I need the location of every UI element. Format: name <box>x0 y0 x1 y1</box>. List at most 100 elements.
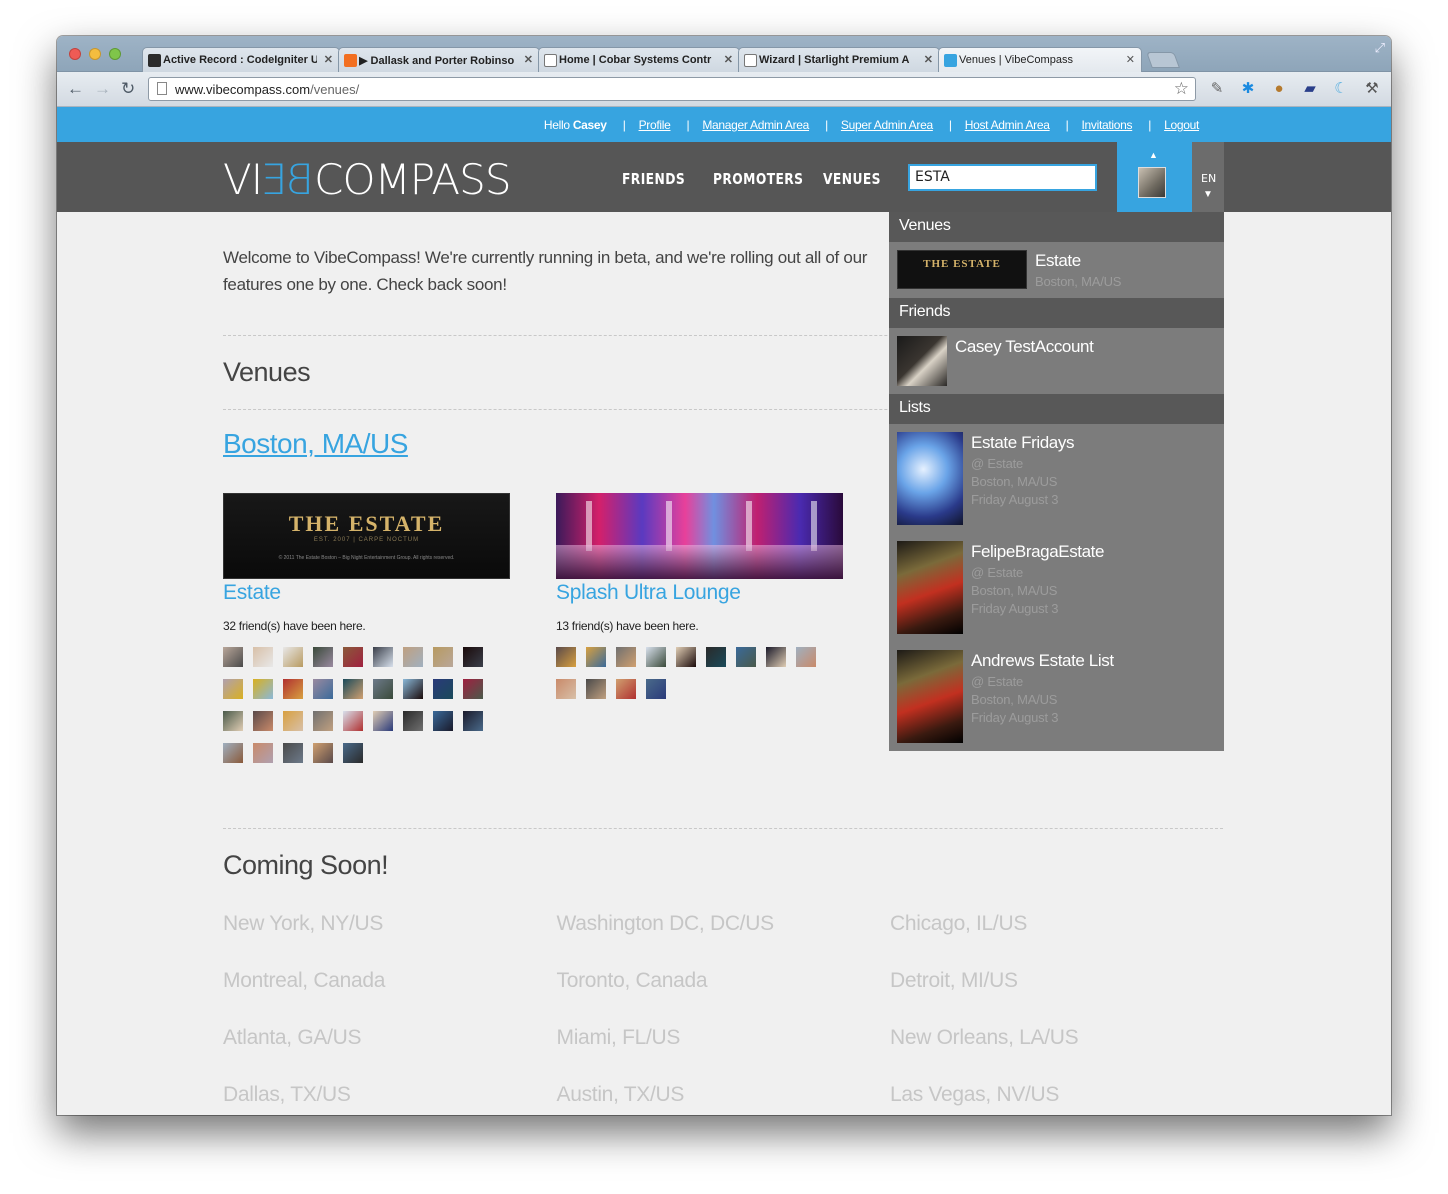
friend-avatar[interactable] <box>343 711 363 731</box>
friend-avatar[interactable] <box>373 679 393 699</box>
address-bar[interactable]: www.vibecompass.com/venues/ ☆ <box>148 77 1196 101</box>
friend-avatar[interactable] <box>766 647 786 667</box>
venue-name-link[interactable]: Estate <box>223 581 510 605</box>
friend-avatar[interactable] <box>433 711 453 731</box>
friend-result-avatar[interactable] <box>897 336 947 386</box>
friend-avatar[interactable] <box>313 711 333 731</box>
friend-avatar[interactable] <box>403 679 423 699</box>
friend-avatar[interactable] <box>433 679 453 699</box>
venue-name-link[interactable]: Splash Ultra Lounge <box>556 581 843 605</box>
zoom-window-button[interactable] <box>109 48 121 60</box>
friend-avatar[interactable] <box>646 679 666 699</box>
friend-avatar[interactable] <box>403 711 423 731</box>
browser-tab-active[interactable]: Venues | VibeCompass ✕ <box>938 47 1142 72</box>
friend-avatar[interactable] <box>736 647 756 667</box>
wrench-icon[interactable]: ⚒ <box>1363 80 1381 98</box>
browser-tab[interactable]: Active Record : CodeIgniter U ✕ <box>142 47 340 72</box>
list-result-thumbnail[interactable] <box>897 432 963 525</box>
nav-promoters[interactable]: PROMOTERS <box>713 170 803 188</box>
city-link-boston[interactable]: Boston, MA/US <box>223 428 408 460</box>
friend-avatar[interactable] <box>253 679 273 699</box>
friend-avatar[interactable] <box>373 711 393 731</box>
list-result-thumbnail[interactable] <box>897 541 963 634</box>
friend-avatar[interactable] <box>403 647 423 667</box>
list-result-thumbnail[interactable] <box>897 650 963 743</box>
friend-avatar[interactable] <box>586 647 606 667</box>
flag-extension-icon[interactable]: ▰ <box>1301 80 1319 98</box>
avatar[interactable] <box>1138 167 1166 198</box>
friend-avatar[interactable] <box>313 679 333 699</box>
list-result-name[interactable]: Estate Fridays <box>971 433 1074 453</box>
friend-avatar[interactable] <box>556 679 576 699</box>
venue-result-thumbnail[interactable]: THE ESTATE <box>897 250 1027 289</box>
friend-avatar[interactable] <box>706 647 726 667</box>
profile-link[interactable]: Profile <box>639 118 671 132</box>
close-tab-icon[interactable]: ✕ <box>724 53 733 66</box>
friend-avatar[interactable] <box>556 647 576 667</box>
friend-avatar[interactable] <box>223 743 243 763</box>
friend-avatar[interactable] <box>646 647 666 667</box>
friend-avatar[interactable] <box>223 679 243 699</box>
search-input[interactable]: ESTA <box>908 164 1097 191</box>
wave-extension-icon[interactable]: ☾ <box>1332 80 1350 98</box>
new-tab-button[interactable] <box>1146 52 1180 68</box>
friend-avatar[interactable] <box>253 743 273 763</box>
language-selector[interactable]: EN ▼ <box>1192 142 1224 212</box>
forward-arrow-icon[interactable]: → <box>94 80 111 97</box>
bookmark-star-icon[interactable]: ☆ <box>1174 79 1189 99</box>
nav-friends[interactable]: FRIENDS <box>622 170 685 188</box>
reload-icon[interactable]: ↻ <box>121 80 135 97</box>
friend-avatar[interactable] <box>313 647 333 667</box>
close-tab-icon[interactable]: ✕ <box>1126 53 1135 66</box>
fullscreen-icon[interactable]: ⤢ <box>1375 40 1385 56</box>
user-menu[interactable]: ▲ <box>1117 142 1192 212</box>
friend-avatar[interactable] <box>283 647 303 667</box>
friend-avatar[interactable] <box>463 647 483 667</box>
friend-avatar[interactable] <box>343 679 363 699</box>
close-tab-icon[interactable]: ✕ <box>524 53 533 66</box>
friend-avatar[interactable] <box>223 647 243 667</box>
estate-venue-image[interactable]: THE ESTATE EST. 2007 | CARPE NOCTUM © 20… <box>223 493 510 579</box>
friend-avatar[interactable] <box>343 647 363 667</box>
friend-avatar[interactable] <box>283 679 303 699</box>
invitations-link[interactable]: Invitations <box>1081 118 1132 132</box>
manager-admin-link[interactable]: Manager Admin Area <box>702 118 809 132</box>
browser-tab[interactable]: Home | Cobar Systems Contr ✕ <box>538 47 740 72</box>
friend-avatar[interactable] <box>283 743 303 763</box>
friend-avatar[interactable] <box>373 647 393 667</box>
cookie-extension-icon[interactable]: ● <box>1270 80 1288 98</box>
browser-tab[interactable]: Wizard | Starlight Premium A ✕ <box>738 47 940 72</box>
friend-avatar[interactable] <box>463 679 483 699</box>
friend-avatar[interactable] <box>343 743 363 763</box>
list-result-name[interactable]: Andrews Estate List <box>971 651 1114 671</box>
friend-avatar[interactable] <box>796 647 816 667</box>
friend-avatar[interactable] <box>283 711 303 731</box>
vibecompass-logo[interactable]: VIBECOMPASS <box>223 155 512 204</box>
host-admin-link[interactable]: Host Admin Area <box>965 118 1050 132</box>
close-window-button[interactable] <box>69 48 81 60</box>
butterfly-extension-icon[interactable]: ✱ <box>1239 80 1257 98</box>
friend-avatar[interactable] <box>616 679 636 699</box>
super-admin-link[interactable]: Super Admin Area <box>841 118 933 132</box>
list-result-name[interactable]: FelipeBragaEstate <box>971 542 1104 562</box>
friend-avatar[interactable] <box>253 711 273 731</box>
minimize-window-button[interactable] <box>89 48 101 60</box>
friend-avatar[interactable] <box>313 743 333 763</box>
back-arrow-icon[interactable]: ← <box>67 80 84 97</box>
close-tab-icon[interactable]: ✕ <box>924 53 933 66</box>
friend-avatar[interactable] <box>616 647 636 667</box>
friend-avatar[interactable] <box>586 679 606 699</box>
friend-avatar[interactable] <box>463 711 483 731</box>
friend-avatar[interactable] <box>433 647 453 667</box>
friend-avatar[interactable] <box>676 647 696 667</box>
logout-link[interactable]: Logout <box>1164 118 1199 132</box>
friend-result-name[interactable]: Casey TestAccount <box>955 337 1094 357</box>
venue-result-name[interactable]: Estate <box>1035 251 1081 271</box>
pen-extension-icon[interactable]: ✎ <box>1208 80 1226 98</box>
close-tab-icon[interactable]: ✕ <box>324 53 333 66</box>
nav-venues[interactable]: VENUES <box>823 170 881 188</box>
friend-avatar[interactable] <box>253 647 273 667</box>
friend-avatar[interactable] <box>223 711 243 731</box>
browser-tab[interactable]: ▶ Dallask and Porter Robinso ✕ <box>338 47 540 72</box>
splash-venue-image[interactable] <box>556 493 843 579</box>
